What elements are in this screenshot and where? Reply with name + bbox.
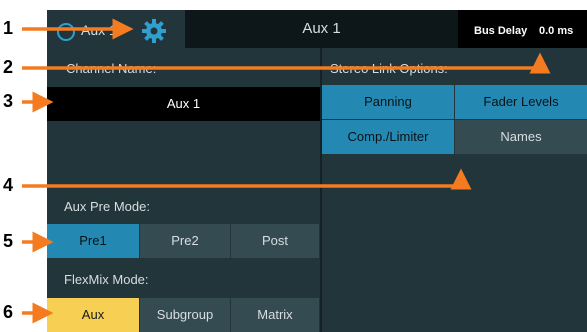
callout-3: 3	[3, 91, 14, 111]
channel-name-label: Channel Name:	[66, 61, 157, 76]
callout-5: 5	[3, 231, 14, 251]
stereo-link-names-button[interactable]: Names	[455, 120, 587, 154]
channel-name-field[interactable]: Aux 1	[47, 87, 320, 121]
flexmix-mode-subgroup-button[interactable]: Subgroup	[140, 298, 231, 332]
flexmix-mode-label: FlexMix Mode:	[64, 272, 149, 287]
bus-delay-label: Bus Delay	[474, 25, 528, 37]
stereo-link-fader-levels-button[interactable]: Fader Levels	[455, 85, 587, 119]
stereo-link-panning-button[interactable]: Panning	[322, 85, 455, 119]
header-left: Aux 1	[47, 10, 185, 48]
callout-2: 2	[3, 57, 14, 77]
flexmix-mode-matrix-button[interactable]: Matrix	[231, 298, 320, 332]
aux-pre-mode-post-button[interactable]: Post	[231, 224, 320, 258]
page-title: Aux 1	[302, 20, 341, 37]
aux-pre-mode-pre1-button[interactable]: Pre1	[47, 224, 140, 258]
callout-1: 1	[3, 18, 14, 38]
aux-pre-mode-pre2-button[interactable]: Pre2	[140, 224, 231, 258]
flexmix-mode-aux-button[interactable]: Aux	[47, 298, 140, 332]
channel-circle-icon[interactable]	[57, 23, 75, 41]
channel-short-name: Aux 1	[81, 22, 117, 38]
stereo-link-label: Stereo Link Options:	[330, 61, 448, 76]
aux-pre-mode-label: Aux Pre Mode:	[64, 199, 150, 214]
gear-icon[interactable]	[141, 18, 167, 44]
stereo-link-comp-limiter-button[interactable]: Comp./Limiter	[322, 120, 455, 154]
callout-4: 4	[3, 175, 14, 195]
bus-delay-control[interactable]: Bus Delay 0.0 ms	[458, 10, 587, 48]
header-title-bar: Aux 1	[185, 10, 458, 48]
callout-6: 6	[3, 302, 14, 322]
bus-delay-value[interactable]: 0.0 ms	[539, 25, 573, 37]
